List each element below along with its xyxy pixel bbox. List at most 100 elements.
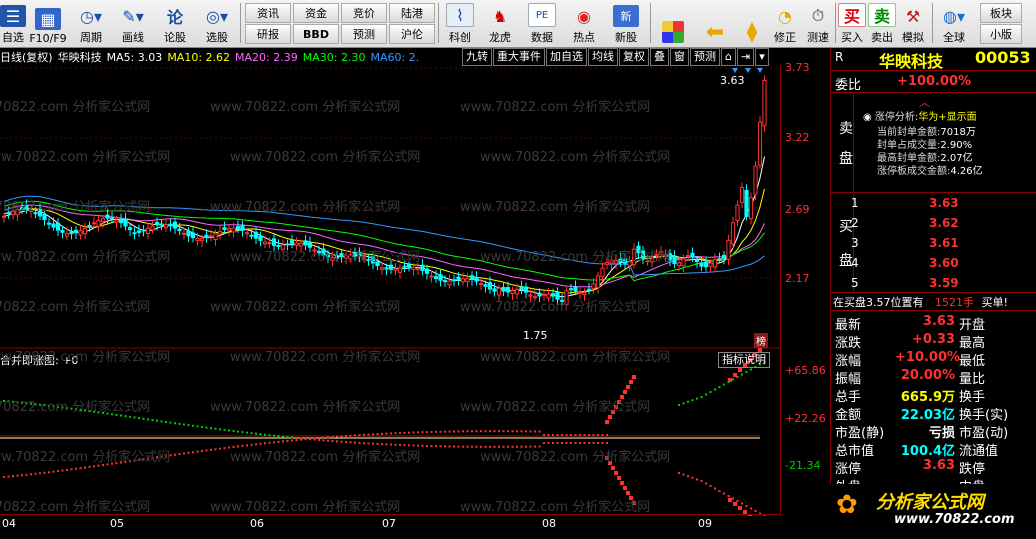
tab-adjust[interactable]: 复权	[619, 48, 649, 66]
up-down-button[interactable]: ▲ ▼	[738, 2, 766, 45]
tab-overlay[interactable]: 叠	[650, 48, 669, 66]
quote-row: 总手 665.9万 换手	[835, 386, 1035, 405]
indicator-dot-upper	[745, 371, 748, 373]
auction-button[interactable]: 竞价	[341, 3, 387, 23]
candle-body	[469, 275, 475, 280]
weibi-value: +100.00%	[897, 74, 972, 89]
ipo-button[interactable]: 新 新股	[608, 2, 644, 45]
site-logo: ✿ 分析家公式网 www.70822.com	[830, 484, 1036, 538]
tab-nine-turn[interactable]: 九转	[462, 48, 492, 66]
indicator-dot-lower	[507, 445, 509, 448]
expand-icon[interactable]: ⇥	[736, 48, 755, 66]
bid-row-4[interactable]: 4 3.60	[851, 256, 959, 270]
data-button[interactable]: PE 数据	[524, 2, 560, 45]
indicator-block	[611, 410, 615, 414]
bid-row-1[interactable]: 1 3.63	[851, 196, 959, 210]
compact-button[interactable]: 小版	[980, 24, 1022, 44]
indicator-dot-upper	[52, 405, 55, 408]
layout-button[interactable]	[656, 2, 690, 45]
revise-button[interactable]: ◔ 修正	[768, 2, 802, 45]
indicator-dot-lower	[147, 457, 149, 460]
watchlist-button[interactable]: ☰ 自选	[0, 2, 26, 45]
sell-button[interactable]: 卖 卖出	[868, 2, 896, 45]
candle-body	[658, 251, 664, 255]
indicator-dot-lower	[228, 446, 230, 449]
period-button[interactable]: ◷▾ 周期	[72, 2, 110, 45]
indicator-dot-lower	[286, 439, 289, 442]
candle-body	[636, 245, 641, 254]
dragon-tiger-button[interactable]: ♞ 龙虎	[482, 2, 518, 45]
global-button[interactable]: ◍▾ 全球	[936, 2, 972, 45]
candle-body	[163, 223, 169, 229]
indicator-block	[626, 385, 630, 389]
buy-button[interactable]: 买 买入	[838, 2, 866, 45]
indicator-tick: +65.86	[785, 364, 826, 377]
indicator-dot-upper	[480, 430, 482, 433]
forecast-button[interactable]: 预测	[341, 24, 387, 44]
bid-row-5[interactable]: 5 3.59	[851, 276, 959, 290]
lock-icon[interactable]: ⌂	[721, 48, 736, 66]
tab-major-events[interactable]: 重大事件	[493, 48, 545, 66]
candle-body	[195, 238, 200, 241]
candle-body	[595, 275, 601, 289]
candle-body	[325, 254, 331, 258]
tab-add-watchlist[interactable]: 加自选	[546, 48, 587, 66]
speed-test-button[interactable]: ⏱ 测速	[802, 2, 834, 45]
bbd-button[interactable]: BBD	[293, 24, 339, 44]
hk-connect-button[interactable]: 陆港	[389, 3, 435, 23]
candle-body	[280, 244, 286, 250]
candle-body	[442, 280, 448, 283]
star-market-button[interactable]: ⌇ 科创	[442, 2, 478, 45]
candle-body	[397, 267, 403, 273]
tab-window[interactable]: 窗	[670, 48, 689, 66]
draw-line-button[interactable]: ✎▾ 画线	[114, 2, 152, 45]
candle-body	[159, 223, 164, 226]
tab-ma[interactable]: 均线	[588, 48, 618, 66]
indicator-dot-upper	[133, 416, 136, 419]
indicator-dot-lower	[52, 470, 55, 473]
quote-label: 开盘	[959, 318, 986, 333]
sector-button[interactable]: 板块	[980, 3, 1022, 23]
london-connect-button[interactable]: 沪伦	[389, 24, 435, 44]
indicator-block	[611, 466, 615, 470]
date-tick: 04	[2, 517, 16, 530]
indicator-dot-lower	[399, 443, 401, 446]
hotspot-button[interactable]: ◉ 热点	[566, 2, 602, 45]
candle-body	[118, 218, 124, 224]
select-stock-button[interactable]: ◎▾ 选股	[198, 2, 236, 45]
simulate-button[interactable]: ⚒ 模拟	[898, 2, 928, 45]
bid-row-3[interactable]: 3 3.61	[851, 236, 959, 250]
candle-body	[406, 263, 412, 268]
indicator-dot-lower	[61, 469, 64, 472]
back-button[interactable]: ⬅	[698, 2, 732, 45]
candle-body	[447, 280, 452, 286]
indicator-dot-lower	[525, 445, 527, 448]
ranking-badge[interactable]: 榜	[754, 333, 768, 348]
candle-body	[681, 258, 686, 267]
ma10-value: MA10: 2.62	[167, 50, 231, 64]
bid-row-2[interactable]: 2 3.62	[851, 216, 959, 230]
fund-button[interactable]: 资金	[293, 3, 339, 23]
quote-label: 最高	[959, 336, 986, 351]
discuss-button[interactable]: 论 论股	[156, 2, 194, 45]
indicator-dot-lower	[322, 439, 325, 442]
indicator-dot-upper	[187, 424, 190, 427]
menu-chevron-icon[interactable]: ▾	[755, 48, 769, 66]
indicator-dot-lower	[210, 448, 212, 451]
indicator-dot-upper	[268, 434, 271, 437]
indicator-dot-lower	[39, 472, 41, 475]
news-button[interactable]: 资讯	[245, 3, 291, 23]
research-button[interactable]: 研报	[245, 24, 291, 44]
candle-body	[402, 265, 407, 268]
indicator-dot-lower	[187, 451, 190, 454]
tab-forecast[interactable]: 预测	[690, 48, 720, 66]
indicator-dot-upper	[484, 430, 487, 433]
indicator-dot-upper	[322, 436, 325, 439]
indicator-dot-upper	[556, 434, 559, 436]
indicator-dot-upper	[421, 431, 424, 434]
kline-chart[interactable]	[0, 66, 780, 526]
indicator-dot-upper	[597, 434, 599, 436]
indicator-dot-lower	[120, 461, 122, 464]
f10-button[interactable]: ▦ F10/F9	[28, 2, 68, 45]
indicator-help-button[interactable]: 指标说明	[718, 352, 770, 368]
